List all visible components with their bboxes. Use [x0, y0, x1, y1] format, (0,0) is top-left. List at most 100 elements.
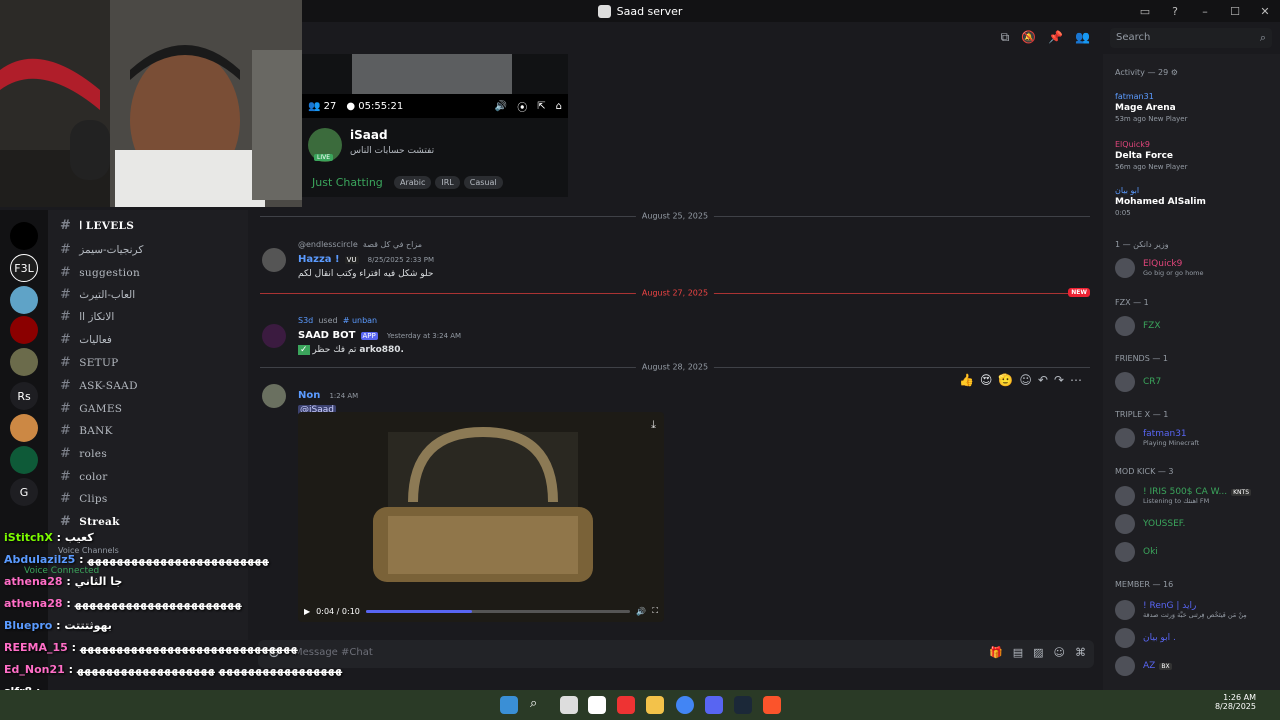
member-status: مِنْ مَن فَيتَحْص فِرثنى حَبَّة وَرثت صد…: [1143, 611, 1247, 619]
server-icon-rs[interactable]: Rs: [10, 382, 38, 410]
folder-icon[interactable]: [646, 696, 664, 714]
member-status: Listening to اهنئك FM: [1143, 497, 1210, 505]
member-item[interactable]: Oki: [1115, 542, 1158, 562]
server-icon[interactable]: [10, 286, 38, 314]
activity-card[interactable]: fatman31 Mage Arena 53m ago New Player: [1115, 92, 1265, 123]
server-icon-f3l[interactable]: F3L: [10, 254, 38, 282]
download-icon[interactable]: ⤓: [651, 418, 656, 432]
channel-name: كرنجيات-سيمز: [79, 243, 144, 256]
thumbs-up-reaction-icon[interactable]: 👍: [959, 373, 974, 387]
timestamp: 8/25/2025 2:33 PM: [367, 256, 434, 264]
clock[interactable]: 1:26 AM 8/28/2025: [1215, 693, 1256, 711]
stream-embed[interactable]: 👥 27 ● 05:55:21 🔊 ⦿ ⇱ ⌂ LIVE iSaad تفتشت…: [302, 54, 568, 197]
message-author[interactable]: Hazza !: [298, 254, 340, 265]
server-icon[interactable]: [10, 316, 38, 344]
avatar[interactable]: [262, 248, 286, 272]
emoji-icon[interactable]: ☺: [1054, 646, 1065, 659]
tag-arabic[interactable]: Arabic: [394, 176, 432, 189]
channel-item[interactable]: # Clips: [60, 491, 108, 506]
channel-item[interactable]: # ا LEVELS: [60, 218, 134, 233]
app-icon[interactable]: [617, 696, 635, 714]
server-icon[interactable]: [10, 446, 38, 474]
discord-icon[interactable]: [705, 696, 723, 714]
channel-item[interactable]: # SETUP: [60, 355, 118, 370]
member-item[interactable]: ابو بيان .: [1115, 628, 1176, 648]
gift-icon[interactable]: 🎁: [989, 646, 1003, 659]
forward-icon[interactable]: ↷: [1054, 373, 1064, 387]
server-icon-g[interactable]: G: [10, 478, 38, 506]
channel-item[interactable]: # color: [60, 469, 108, 484]
member-item[interactable]: fatman31 Playing Minecraft: [1115, 428, 1199, 448]
start-icon[interactable]: [500, 696, 518, 714]
apps-icon[interactable]: ⌘: [1075, 646, 1086, 659]
channel-item[interactable]: # ASK-SAAD: [60, 378, 138, 393]
member-item[interactable]: ! RenG | رايد مِنْ مَن فَيتَحْص فِرثنى حَ…: [1115, 600, 1247, 620]
more-icon[interactable]: ⋯: [1070, 373, 1082, 387]
overlay-chat-text: : ﻬﻬﻬﻬﻬﻬﻬﻬﻬﻬﻬﻬﻬﻬﻬﻬﻬﻬﻬﻬﻬﻬﻬﻬﻬﻬﻬﻬﻬﻬ: [71, 641, 298, 654]
sticker-icon[interactable]: ▨: [1033, 646, 1043, 659]
threads-icon[interactable]: ⧉: [1001, 30, 1010, 45]
server-icon[interactable]: [10, 348, 38, 376]
message-text: ✓ تم فك حظر arko880.: [298, 345, 461, 355]
overlay-chat-text: : ﻬﻬﻬﻬﻬﻬﻬﻬﻬﻬﻬﻬﻬﻬﻬﻬﻬﻬﻬﻬﻬﻬﻬ: [66, 597, 242, 610]
message-author[interactable]: SAAD BOT: [298, 330, 355, 341]
minimize-icon[interactable]: –: [1190, 5, 1220, 18]
search-input[interactable]: Search ⌕: [1110, 28, 1272, 48]
volume-icon[interactable]: 🔊: [636, 607, 646, 616]
channel-item[interactable]: # Streak: [60, 514, 120, 529]
chrome-icon[interactable]: [676, 696, 694, 714]
hash-icon: #: [60, 423, 72, 438]
message-author[interactable]: Non: [298, 390, 320, 401]
member-item[interactable]: YOUSSEF.: [1115, 514, 1185, 534]
heart-eyes-reaction-icon[interactable]: 😍: [980, 373, 993, 387]
popout-icon[interactable]: ⇱: [537, 101, 545, 112]
reply-icon[interactable]: ↶: [1038, 373, 1048, 387]
mute-icon[interactable]: 🔕: [1021, 30, 1036, 45]
message-input[interactable]: ⊕ Message #Chat 🎁 ▤ ▨ ☺ ⌘: [258, 640, 1094, 668]
channel-item[interactable]: # كرنجيات-سيمز: [60, 242, 143, 257]
channel-item[interactable]: # العاب-التيرث: [60, 287, 135, 302]
search-taskbar-icon[interactable]: ⌕: [530, 696, 548, 714]
inbox-icon[interactable]: ▭: [1130, 5, 1160, 18]
activity-card[interactable]: ElQuick9 Delta Force 56m ago New Player: [1115, 140, 1265, 171]
member-group-header: MOD KICK — 3: [1115, 467, 1174, 476]
play-icon[interactable]: ▶: [304, 607, 310, 616]
video-seekbar[interactable]: [365, 609, 631, 613]
close-icon[interactable]: ✕: [1250, 5, 1280, 18]
help-icon[interactable]: ?: [1160, 5, 1190, 18]
server-icon[interactable]: [10, 222, 38, 250]
fullscreen-icon[interactable]: ⛶: [652, 606, 658, 616]
pin-icon[interactable]: 📌: [1048, 30, 1063, 45]
broadcast-icon[interactable]: ⦿: [517, 99, 527, 114]
tag-casual[interactable]: Casual: [463, 176, 503, 189]
steam-icon[interactable]: [734, 696, 752, 714]
activity-card[interactable]: ابو بيان Mohamed AlSalim 0:05: [1115, 186, 1265, 217]
server-icon[interactable]: [10, 414, 38, 442]
add-reaction-icon[interactable]: ☺: [1019, 373, 1032, 387]
channel-item[interactable]: # فعاليات: [60, 332, 112, 347]
tag-irl[interactable]: IRL: [435, 176, 460, 189]
taskview-icon[interactable]: [560, 696, 578, 714]
member-item[interactable]: ElQuick9 Go big or go home: [1115, 258, 1204, 278]
member-status: Playing Minecraft: [1143, 439, 1200, 447]
channel-item[interactable]: # roles: [60, 446, 107, 461]
member-item[interactable]: ! IRIS 500$ CA W... KNTS Listening to اهنئ…: [1115, 486, 1252, 506]
store-icon[interactable]: [588, 696, 606, 714]
gif-icon[interactable]: ▤: [1013, 646, 1023, 659]
members-icon[interactable]: 👥: [1075, 30, 1090, 45]
channel-item[interactable]: # BANK: [60, 423, 113, 438]
channel-item[interactable]: # suggestion: [60, 265, 140, 280]
video-attachment[interactable]: ⤓ ▶ 0:04 / 0:10 🔊 ⛶: [298, 412, 664, 622]
channel-item[interactable]: # الانكاز اا: [60, 309, 114, 324]
maximize-icon[interactable]: ☐: [1220, 5, 1250, 18]
member-item[interactable]: CR7: [1115, 372, 1161, 392]
bot-avatar[interactable]: [262, 324, 286, 348]
volume-icon[interactable]: 🔊: [495, 101, 507, 112]
avatar[interactable]: [262, 384, 286, 408]
controller-icon[interactable]: ⌂: [556, 101, 562, 112]
brave-icon[interactable]: [763, 696, 781, 714]
channel-item[interactable]: # GAMES: [60, 401, 122, 416]
face-reaction-icon[interactable]: 🫡: [998, 373, 1013, 387]
member-item[interactable]: FZX: [1115, 316, 1161, 336]
member-item[interactable]: AZ BX: [1115, 656, 1172, 676]
